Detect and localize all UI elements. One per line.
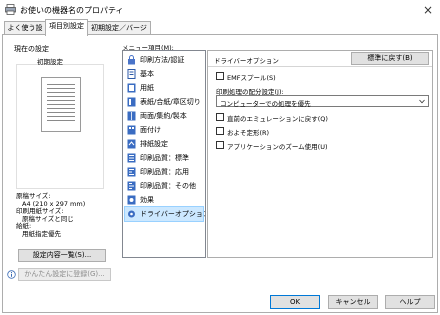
menu-item-quality-advanced[interactable]: 印刷品質：応用	[125, 165, 203, 179]
imposition-icon	[127, 125, 136, 135]
current-settings-label: 現在の設定	[14, 45, 49, 53]
printer-icon	[5, 4, 16, 15]
app-zoom-checkbox[interactable]	[216, 141, 224, 149]
tab-defaults-version[interactable]: 初期設定／バージョン	[87, 21, 151, 45]
document-icon	[127, 69, 136, 79]
menu-item-cover[interactable]: 表紙/合紙/章区切り	[125, 95, 203, 109]
tab-item-settings[interactable]: 項目別設定	[45, 19, 88, 36]
paper-icon	[127, 83, 136, 93]
menu-item-paper[interactable]: 用紙	[125, 81, 203, 95]
gear-icon	[128, 210, 135, 218]
tab-frequent-settings[interactable]: よく使う設定	[4, 21, 46, 45]
emf-spool-label: EMFスプール(S)	[227, 74, 276, 82]
cover-icon	[127, 97, 136, 107]
info-icon	[7, 270, 16, 279]
distribution-value: コンピューターでの処理を優先	[220, 100, 311, 108]
lock-icon	[128, 55, 135, 65]
app-zoom-label: アプリケーションのズーム使用(U)	[227, 143, 328, 151]
ok-button[interactable]: OK	[270, 295, 320, 309]
menu-item-effect[interactable]: 効果	[125, 193, 203, 207]
cancel-button[interactable]: キャンセル	[328, 295, 378, 309]
settings-list-button[interactable]: 設定内容一覧(S)...	[18, 249, 106, 262]
window-title: お使いの機器名のプロパティ	[20, 6, 124, 15]
duplex-icon	[127, 111, 136, 121]
driver-options-panel: ドライバーオプション 標準に戻す(B) EMFスプール(S) 印刷処理の配分設定…	[207, 50, 433, 258]
menu-item-imposition[interactable]: 面付け	[125, 123, 203, 137]
chevron-down-icon	[419, 99, 425, 104]
menu-item-driver-options[interactable]: ドライバーオプション	[124, 206, 205, 222]
tray-value: 用紙指定優先	[22, 229, 61, 238]
title-bar: お使いの機器名のプロパティ ×	[0, 0, 440, 20]
help-button[interactable]: ヘルプ	[385, 295, 435, 309]
output-icon	[127, 139, 136, 149]
initial-setting-text: 初期設定	[37, 58, 63, 66]
quality-advanced-icon	[127, 167, 136, 177]
panel-title: ドライバーオプション	[214, 57, 279, 65]
menu-item-quality-other[interactable]: 印刷品質：その他	[125, 179, 203, 193]
distribution-select[interactable]: コンピューターでの処理を優先	[216, 95, 429, 108]
menu-item-duplex[interactable]: 両面/集約/製本	[125, 109, 203, 123]
font-shape-checkbox[interactable]	[216, 127, 224, 135]
reset-defaults-button[interactable]: 標準に戻す(B)	[351, 52, 429, 65]
menu-item-print-auth[interactable]: 印刷方法/認証	[125, 53, 203, 67]
menu-item-output[interactable]: 排紙設定	[125, 137, 203, 151]
quality-other-icon	[127, 181, 136, 191]
preview-panel: 初期設定	[16, 58, 104, 189]
effect-icon	[127, 195, 136, 205]
font-shape-label: およそ定形(R)	[227, 129, 270, 137]
page-preview-image	[41, 77, 81, 132]
register-quick-setting-button[interactable]: かんたん設定に登録(G)...	[18, 268, 111, 281]
panel-header: ドライバーオプション 標準に戻す(B)	[208, 51, 432, 67]
close-button[interactable]: ×	[418, 1, 438, 19]
menu-item-quality-standard[interactable]: 印刷品質：標準	[125, 151, 203, 165]
emulation-label: 直前のエミュレーションに戻す(Q)	[227, 115, 328, 123]
settings-summary: 原稿サイズ: A4 (210 x 297 mm) 印刷用紙サイズ: 原稿サイズと…	[16, 192, 85, 238]
emf-spool-checkbox[interactable]	[216, 72, 224, 80]
menu-item-list[interactable]: 印刷方法/認証 基本 用紙 表紙/合紙/章区切り 両面/集約/製本 面付け 排紙…	[122, 50, 206, 258]
emulation-checkbox[interactable]	[216, 113, 224, 121]
menu-item-basic[interactable]: 基本	[125, 67, 203, 81]
quality-icon	[127, 153, 136, 163]
